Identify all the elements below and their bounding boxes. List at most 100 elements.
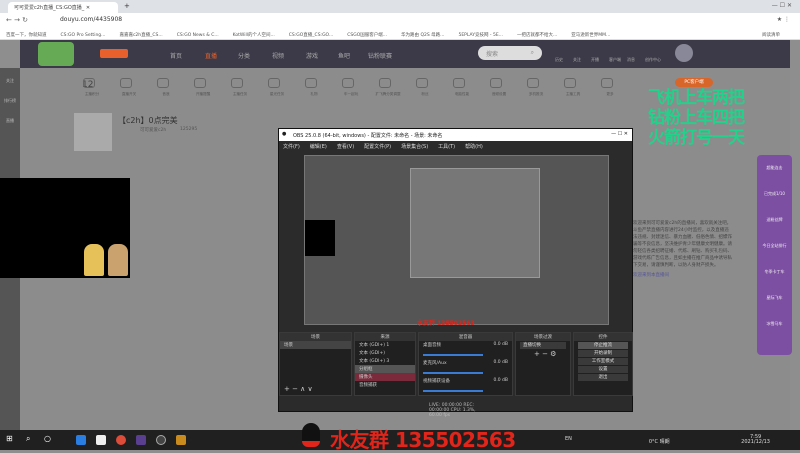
- browser-tab[interactable]: 可可爱爱c2h直播_CS:GO直播_ ✕: [8, 2, 118, 13]
- nav-item[interactable]: 直播: [205, 51, 217, 60]
- start-icon[interactable]: ⊞: [6, 434, 13, 443]
- user-nav-item[interactable]: 消息: [627, 57, 635, 63]
- tool-icon[interactable]: [231, 78, 243, 88]
- bookmark-item[interactable]: CS:GO News & C...: [177, 33, 219, 38]
- bookmark-item[interactable]: 华为路由 Q2S 母路...: [401, 33, 444, 38]
- volume-slider[interactable]: [423, 372, 483, 374]
- app-icon[interactable]: [176, 435, 186, 445]
- tool-label[interactable]: 星光任务: [260, 92, 294, 97]
- window-controls[interactable]: — ☐ ✕: [772, 2, 792, 9]
- tool-label[interactable]: 电脑性能: [445, 92, 479, 97]
- tool-label[interactable]: 音浪: [149, 92, 183, 97]
- search-icon[interactable]: ⌕: [26, 434, 30, 444]
- user-avatar[interactable]: [675, 44, 693, 62]
- user-nav-item[interactable]: 客户端: [609, 57, 621, 63]
- bookmark-item[interactable]: CSGO国服客户端...: [347, 33, 387, 38]
- obs-menu-item[interactable]: 查看(V): [337, 144, 354, 150]
- tool-label[interactable]: 主播工具: [556, 92, 590, 97]
- pc-client-button[interactable]: PC客户端: [675, 78, 713, 87]
- side-panel-item[interactable]: 星际飞车: [757, 295, 792, 301]
- control-button-2[interactable]: 工作室模式: [578, 358, 628, 365]
- source-item[interactable]: 音频捕获: [355, 381, 415, 389]
- sidebar-item[interactable]: 排行榜: [0, 98, 20, 104]
- side-panel-item[interactable]: 送粉丝牌: [757, 217, 792, 223]
- toolbar-icons[interactable]: ★ ⋮: [777, 16, 790, 23]
- nav-item[interactable]: 钻粉联赛: [368, 51, 392, 60]
- scene-controls[interactable]: + − ∧ ∨: [284, 385, 313, 393]
- side-panel-item[interactable]: 冬季卡丁车: [757, 269, 792, 275]
- side-panel-item[interactable]: 今日全站排行: [757, 243, 792, 249]
- source-item[interactable]: 文本 (GDI+): [355, 349, 415, 357]
- bookmark-item[interactable]: 一把店就都不给大...: [517, 33, 557, 38]
- tool-icon[interactable]: [268, 78, 280, 88]
- transition-select[interactable]: 直播切换: [520, 342, 566, 349]
- bookmark-item[interactable]: 5EPLAY竞技网 - 5E...: [458, 33, 503, 38]
- user-nav-item[interactable]: 关注: [573, 57, 581, 63]
- side-panel-item[interactable]: 超能连击: [757, 165, 792, 171]
- nav-item[interactable]: 首页: [170, 51, 182, 60]
- obs-window-controls[interactable]: — ☐ ✕: [611, 131, 628, 137]
- user-nav-item[interactable]: 创作中心: [645, 57, 661, 63]
- nav-item[interactable]: 游戏: [306, 51, 318, 60]
- search-icon[interactable]: ⌕: [531, 49, 534, 57]
- tool-icon[interactable]: [342, 78, 354, 88]
- obs-preview[interactable]: 水友群 135502563: [304, 155, 609, 327]
- control-button-3[interactable]: 设置: [578, 366, 628, 373]
- obs-menu-item[interactable]: 场景集合(S): [401, 144, 428, 150]
- tool-label[interactable]: 主播任务: [223, 92, 257, 97]
- reading-list[interactable]: 阅读清单: [762, 32, 780, 38]
- tool-label[interactable]: 粉丝: [408, 92, 442, 97]
- scene-item[interactable]: 场景: [280, 341, 351, 349]
- source-item[interactable]: 文本 (GDI+) 1: [355, 341, 415, 349]
- tool-label[interactable]: 音频设置: [482, 92, 516, 97]
- tool-icon[interactable]: [527, 78, 539, 88]
- weather[interactable]: 0°C 晴朗: [649, 439, 670, 445]
- app-icon[interactable]: [96, 435, 106, 445]
- bookmark-item[interactable]: 百度一下，你就知道: [6, 33, 47, 38]
- obs-menu-item[interactable]: 配置文件(P): [364, 144, 391, 150]
- douyu-logo[interactable]: [100, 49, 128, 58]
- url-input[interactable]: douyu.com/4435908: [60, 16, 122, 23]
- tool-icon[interactable]: [120, 78, 132, 88]
- tool-icon[interactable]: [194, 78, 206, 88]
- side-panel-item[interactable]: 冰雪马车: [757, 321, 792, 327]
- obs-icon[interactable]: [156, 435, 166, 445]
- tool-label[interactable]: 开播提醒: [186, 92, 220, 97]
- new-tab-icon[interactable]: +: [124, 2, 130, 10]
- tool-icon[interactable]: [564, 78, 576, 88]
- control-button-1[interactable]: 开始录制: [578, 350, 628, 357]
- tool-icon[interactable]: [157, 78, 169, 88]
- transition-controls[interactable]: + − ⚙: [516, 350, 570, 358]
- obs-menu-item[interactable]: 工具(T): [438, 144, 455, 150]
- volume-slider[interactable]: [423, 390, 483, 392]
- search-input[interactable]: 搜索 ⌕: [478, 46, 542, 60]
- app-icon[interactable]: [76, 435, 86, 445]
- nav-item[interactable]: 分类: [238, 51, 250, 60]
- tool-icon[interactable]: [601, 78, 613, 88]
- source-item[interactable]: 分组框: [355, 365, 415, 373]
- tool-icon[interactable]: [453, 78, 465, 88]
- source-item[interactable]: 文本 (GDI+) 3: [355, 357, 415, 365]
- tool-label[interactable]: 礼物: [297, 92, 331, 97]
- bookmark-item[interactable]: CS:GO Pro Setting...: [61, 33, 106, 38]
- bookmark-item[interactable]: 嘉嘉嘉c2h直播_CS...: [119, 33, 162, 38]
- bookmark-item[interactable]: CS:GO直播_CS:GO...: [289, 33, 333, 38]
- tool-label[interactable]: 直播开关: [112, 92, 146, 97]
- tool-label[interactable]: 多机推流: [519, 92, 553, 97]
- tool-label[interactable]: 车一起玩: [334, 92, 368, 97]
- source-item[interactable]: 摄像头: [355, 373, 415, 381]
- tool-label[interactable]: 主播积分: [75, 92, 109, 97]
- user-nav-item[interactable]: 历史: [555, 57, 563, 63]
- side-panel-item[interactable]: 已完成1/10: [757, 191, 792, 197]
- sidebar-item[interactable]: 直播: [0, 118, 20, 124]
- user-nav-item[interactable]: 开播: [591, 57, 599, 63]
- obs-menu-item[interactable]: 帮助(H): [465, 144, 483, 150]
- bookmark-item[interactable]: 亚马逊新世界MM...: [571, 33, 610, 38]
- nav-item[interactable]: 视频: [272, 51, 284, 60]
- clock-date[interactable]: 2021/12/13: [741, 439, 770, 445]
- tool-icon[interactable]: [416, 78, 428, 88]
- obs-menu-item[interactable]: 编辑(E): [310, 144, 327, 150]
- control-button-0[interactable]: 停止推流: [578, 342, 628, 349]
- tool-label[interactable]: 更多: [593, 92, 627, 97]
- sidebar-item[interactable]: 关注: [0, 78, 20, 84]
